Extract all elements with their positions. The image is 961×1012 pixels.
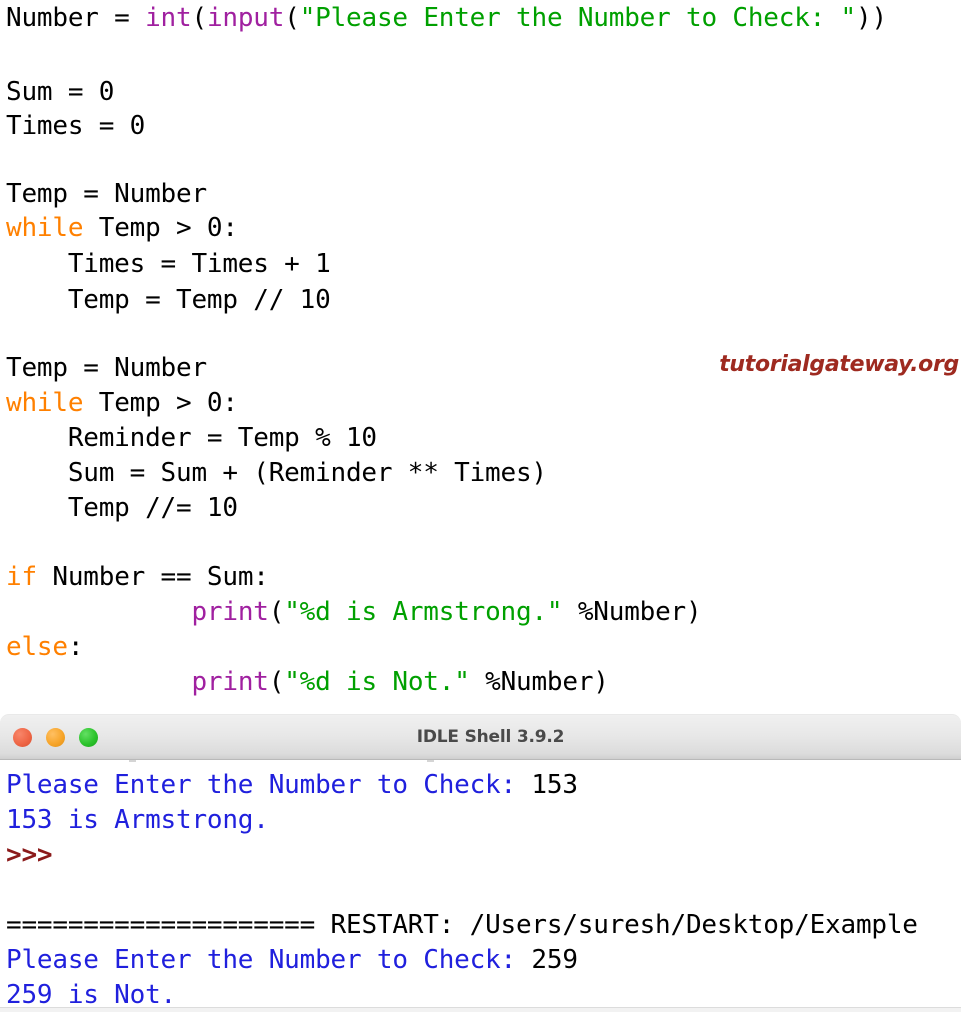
code-line-13-token-0: Sum = Sum + (Reminder ** Times): [6, 458, 547, 488]
code-line-19-token-3: "%d is Not.": [284, 667, 469, 697]
code-line-17-token-1: print: [191, 597, 268, 627]
code-line-7: Times = Times + 1: [6, 246, 331, 283]
code-line-0-token-3: input: [207, 3, 284, 33]
code-line-3-token-0: Times = 0: [6, 111, 145, 141]
code-line-19-token-0: [6, 667, 191, 697]
code-line-6: while Temp > 0:: [6, 210, 238, 247]
tutorialgateway-watermark: tutorialgateway.org: [719, 352, 959, 377]
code-line-0-token-4: (: [284, 3, 299, 33]
code-line-18-token-0: else: [6, 632, 68, 662]
code-line-17-token-0: [6, 597, 191, 627]
code-line-18: else:: [6, 629, 83, 666]
code-line-14-token-0: Temp //= 10: [6, 493, 238, 523]
code-line-0: Number = int(input("Please Enter the Num…: [6, 0, 887, 37]
code-line-19-token-4: %Number): [470, 667, 609, 697]
code-line-3: Times = 0: [6, 108, 145, 145]
code-line-17-token-2: (: [269, 597, 284, 627]
code-line-12: Reminder = Temp % 10: [6, 420, 377, 457]
shell-line-2-token-0: >>>: [6, 840, 52, 870]
code-line-19-token-2: (: [269, 667, 284, 697]
code-line-10-token-0: Temp = Number: [6, 353, 207, 383]
shell-line-1: 153 is Armstrong.: [6, 803, 269, 837]
code-line-10: Temp = Number: [6, 350, 207, 387]
code-line-5: Temp = Number: [6, 176, 207, 213]
code-line-16: if Number == Sum:: [6, 559, 269, 596]
code-line-11: while Temp > 0:: [6, 385, 238, 422]
window-bottom-edge: [0, 1007, 961, 1012]
code-line-6-token-0: while: [6, 213, 83, 243]
code-line-7-token-0: Times = Times + 1: [6, 249, 331, 279]
code-line-5-token-0: Temp = Number: [6, 179, 207, 209]
shell-line-5-token-0: Please Enter the Number to Check:: [6, 945, 531, 975]
code-line-19-token-1: print: [191, 667, 268, 697]
code-line-0-token-1: int: [145, 3, 191, 33]
code-line-11-token-1: Temp > 0:: [83, 388, 238, 418]
shell-line-0: Please Enter the Number to Check: 153: [6, 768, 578, 802]
shell-line-5-token-1: 259: [531, 945, 577, 975]
code-line-2-token-0: Sum = 0: [6, 77, 114, 107]
code-line-11-token-0: while: [6, 388, 83, 418]
code-line-18-token-1: :: [68, 632, 83, 662]
code-line-2: Sum = 0: [6, 74, 114, 111]
shell-line-0-token-1: 153: [531, 770, 577, 800]
code-line-19: print("%d is Not." %Number): [6, 664, 609, 701]
code-line-17-token-4: %Number): [562, 597, 701, 627]
code-line-6-token-1: Temp > 0:: [83, 213, 238, 243]
code-line-8-token-0: Temp = Temp // 10: [6, 285, 331, 315]
python-code-editor[interactable]: Number = int(input("Please Enter the Num…: [0, 0, 961, 714]
code-line-17: print("%d is Armstrong." %Number): [6, 594, 701, 631]
shell-titlebar[interactable]: IDLE Shell 3.9.2: [0, 714, 961, 760]
code-line-12-token-0: Reminder = Temp % 10: [6, 423, 377, 453]
shell-line-2: >>>: [6, 838, 52, 872]
shell-line-1-token-0: 153 is Armstrong.: [6, 805, 269, 835]
code-line-0-token-2: (: [191, 3, 206, 33]
shell-line-4: ==================== RESTART: /Users/sur…: [6, 908, 918, 942]
shell-line-4-token-0: ====================: [6, 910, 331, 940]
shell-line-5: Please Enter the Number to Check: 259: [6, 943, 578, 977]
code-line-0-token-0: Number =: [6, 3, 145, 33]
code-line-13: Sum = Sum + (Reminder ** Times): [6, 455, 547, 492]
code-line-8: Temp = Temp // 10: [6, 282, 331, 319]
code-line-16-token-1: Number == Sum:: [37, 562, 269, 592]
shell-output-area[interactable]: Please Enter the Number to Check: 153153…: [0, 762, 961, 766]
code-line-16-token-0: if: [6, 562, 37, 592]
code-line-17-token-3: "%d is Armstrong.": [284, 597, 562, 627]
window-title: IDLE Shell 3.9.2: [10, 727, 961, 747]
shell-line-4-token-1: RESTART: /Users/suresh/Desktop/Example: [331, 910, 918, 940]
shell-line-0-token-0: Please Enter the Number to Check:: [6, 770, 531, 800]
code-line-0-token-5: "Please Enter the Number to Check: ": [300, 3, 856, 33]
code-line-14: Temp //= 10: [6, 490, 238, 527]
code-line-0-token-6: )): [856, 3, 887, 33]
idle-shell-window[interactable]: IDLE Shell 3.9.2 Please Enter the Number…: [0, 714, 961, 1012]
shell-line-6-token-0: 259 is Not.: [6, 980, 176, 1010]
